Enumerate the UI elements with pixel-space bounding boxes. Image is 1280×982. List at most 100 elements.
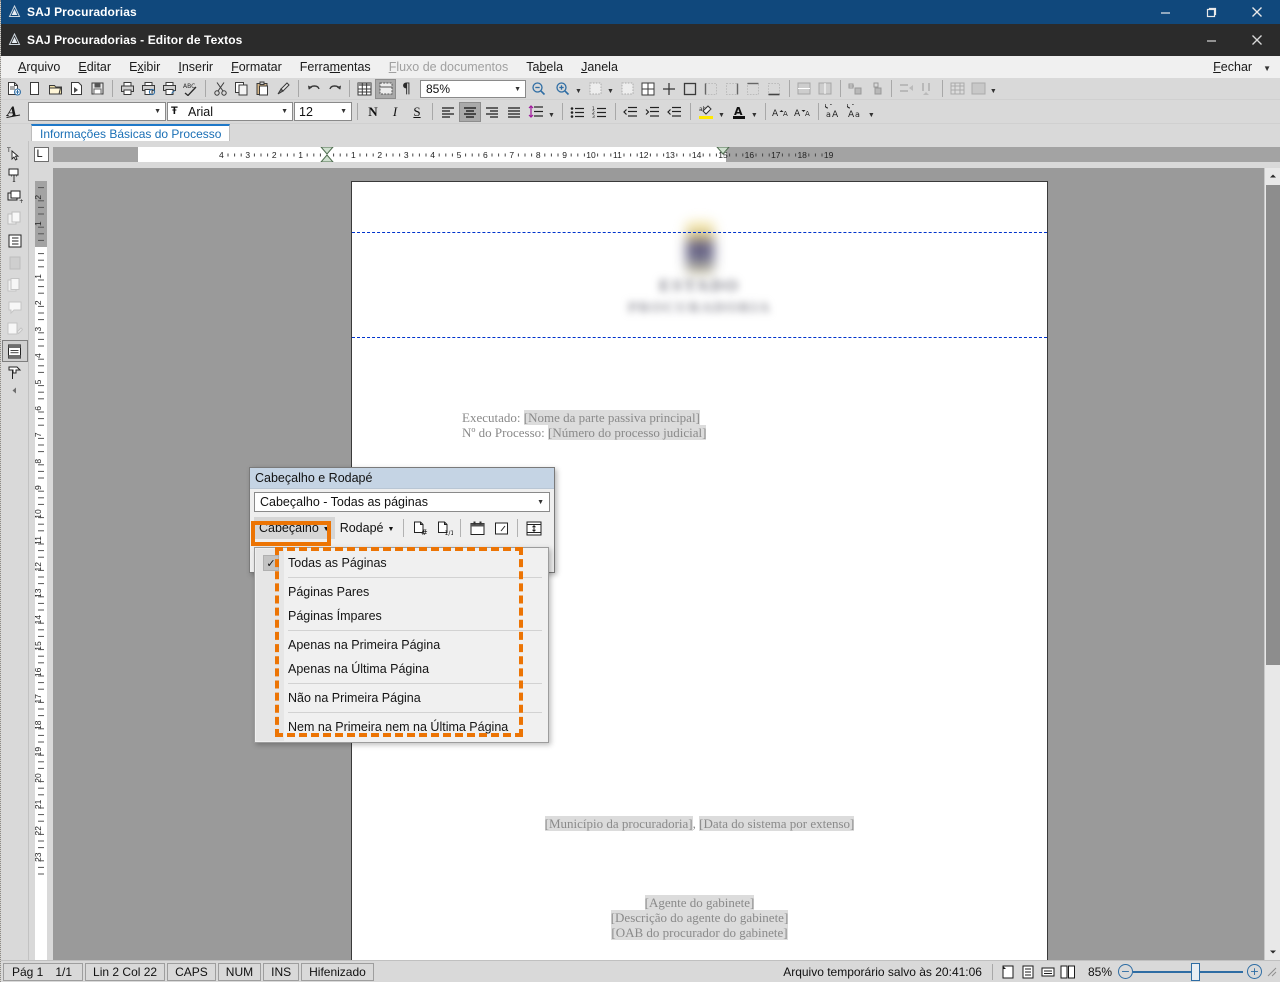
menu-item-todas-as-paginas[interactable]: ✓ Todas as Páginas bbox=[255, 551, 548, 575]
horizontal-ruler[interactable]: 432112345678910111213141516171819 bbox=[53, 141, 1280, 168]
numbered-list-icon[interactable]: 123 bbox=[589, 102, 611, 122]
format-painter-icon[interactable] bbox=[273, 79, 294, 99]
align-right-icon[interactable] bbox=[481, 102, 503, 122]
copy-page-icon[interactable] bbox=[2, 208, 28, 230]
status-hifenizado[interactable]: Hifenizado bbox=[301, 963, 374, 981]
list-view-icon[interactable] bbox=[2, 230, 28, 252]
chevron-down-icon[interactable]: ▼ bbox=[388, 526, 395, 533]
merge-cells-icon[interactable] bbox=[794, 79, 815, 99]
editor-minimize-icon[interactable] bbox=[1188, 24, 1234, 56]
blank-page-icon[interactable] bbox=[24, 79, 45, 99]
increase-font-icon[interactable]: AA bbox=[770, 102, 792, 122]
spellcheck-icon[interactable]: ABC bbox=[180, 79, 201, 99]
insert-row-icon[interactable] bbox=[845, 79, 866, 99]
chevron-down-icon[interactable]: ▼ bbox=[1263, 64, 1271, 73]
menu-item-apenas-na-ultima-pagina[interactable]: Apenas na Última Página bbox=[255, 657, 548, 681]
menu-inserir[interactable]: Inserir bbox=[169, 58, 222, 76]
menu-exibir[interactable]: Exibir bbox=[120, 58, 169, 76]
multipage-icon[interactable] bbox=[2, 274, 28, 296]
align-left-icon[interactable] bbox=[437, 102, 459, 122]
rodape-dropdown-button[interactable]: Rodapé ▼ bbox=[335, 517, 400, 539]
resize-grip[interactable] bbox=[1266, 966, 1278, 978]
scrollbar-thumb[interactable] bbox=[1266, 185, 1280, 665]
cabecalho-dropdown-button[interactable]: Cabeçalho ▼ bbox=[254, 517, 335, 539]
distribute-rows-icon[interactable] bbox=[896, 79, 917, 99]
comment-icon[interactable] bbox=[2, 296, 28, 318]
border-right-icon[interactable] bbox=[722, 79, 743, 99]
menu-item-nem-na-primeira-nem-na-ultima-pagina[interactable]: Nem na Primeira nem na Última Página bbox=[255, 715, 548, 739]
open-template-icon[interactable] bbox=[66, 79, 87, 99]
save-icon[interactable] bbox=[87, 79, 108, 99]
insert-date-icon[interactable] bbox=[465, 517, 489, 539]
border-bottom-icon[interactable] bbox=[764, 79, 785, 99]
chevron-down-icon[interactable]: ▼ bbox=[340, 108, 347, 115]
underline-button[interactable]: S bbox=[406, 102, 428, 122]
chevron-down-icon[interactable]: ▼ bbox=[990, 88, 997, 95]
signature-line-1[interactable]: [Agente do gabinete] bbox=[352, 895, 1047, 911]
font-size-combobox[interactable]: 12 ▼ bbox=[294, 102, 352, 121]
zoom-combobox[interactable]: 85% ▼ bbox=[420, 80, 526, 98]
minimize-icon[interactable] bbox=[1142, 0, 1188, 24]
single-page-view-icon[interactable] bbox=[998, 963, 1018, 981]
split-cells-icon[interactable] bbox=[815, 79, 836, 99]
scroll-up-button[interactable] bbox=[1265, 168, 1280, 184]
cut-icon[interactable] bbox=[210, 79, 231, 99]
paragraph-style-icon[interactable]: A bbox=[3, 102, 24, 122]
zoom-in-icon[interactable]: + bbox=[1247, 964, 1262, 979]
select-all-cells-icon[interactable] bbox=[585, 79, 606, 99]
insert-table-icon[interactable] bbox=[638, 79, 659, 99]
print-setup-icon[interactable] bbox=[159, 79, 180, 99]
document-paragraph-processo[interactable]: Nº do Processo: [Número do processo judi… bbox=[462, 425, 1047, 441]
menu-tabela[interactable]: Tabela bbox=[517, 58, 572, 76]
menu-item-nao-na-primeira-pagina[interactable]: Não na Primeira Página bbox=[255, 686, 548, 710]
chevron-down-icon[interactable]: ▼ bbox=[154, 108, 161, 115]
font-color-icon[interactable]: A bbox=[728, 102, 750, 122]
vertical-scrollbar[interactable] bbox=[1264, 168, 1280, 960]
page-layout-icon[interactable] bbox=[375, 79, 396, 99]
zoom-out-icon[interactable] bbox=[526, 79, 550, 99]
decrease-indent-icon[interactable] bbox=[620, 102, 642, 122]
menu-ferramentas[interactable]: Ferramentas bbox=[291, 58, 380, 76]
undo-icon[interactable] bbox=[303, 79, 324, 99]
text-select-icon[interactable]: T bbox=[2, 142, 28, 164]
menu-item-apenas-na-primeira-pagina[interactable]: Apenas na Primeira Página bbox=[255, 633, 548, 657]
bold-button[interactable]: N bbox=[362, 102, 384, 122]
border-left-icon[interactable] bbox=[701, 79, 722, 99]
split-cells-cross-icon[interactable] bbox=[659, 79, 680, 99]
header-footer-layout-icon[interactable] bbox=[522, 517, 546, 539]
uppercase-icon[interactable]: aA bbox=[823, 102, 845, 122]
highlighter-icon[interactable] bbox=[2, 362, 28, 384]
tab-informacoes-basicas-do-processo[interactable]: Informações Básicas do Processo bbox=[31, 124, 230, 141]
print-preview-icon[interactable] bbox=[138, 79, 159, 99]
paragraph-marks-icon[interactable]: ¶ bbox=[396, 79, 417, 99]
chevron-down-icon[interactable]: ▼ bbox=[323, 526, 330, 533]
chevron-down-icon[interactable]: ▼ bbox=[575, 88, 582, 95]
document-paragraph-executado[interactable]: Executado: [Nome da parte passiva princi… bbox=[462, 410, 1047, 426]
paste-icon[interactable] bbox=[252, 79, 273, 99]
chevron-down-icon[interactable]: ▼ bbox=[537, 499, 544, 506]
table-select-icon[interactable] bbox=[617, 79, 638, 99]
chevron-down-icon[interactable]: ▼ bbox=[281, 108, 288, 115]
header-footer-icon[interactable] bbox=[2, 340, 28, 362]
insert-page-count-icon[interactable]: 1/1 bbox=[432, 517, 456, 539]
status-num[interactable]: NUM bbox=[218, 963, 261, 981]
insert-field-icon[interactable]: + bbox=[2, 186, 28, 208]
copy-icon[interactable] bbox=[231, 79, 252, 99]
zoom-slider-thumb[interactable] bbox=[1191, 963, 1200, 981]
decrease-font-icon[interactable]: AA bbox=[792, 102, 814, 122]
page-icon[interactable] bbox=[2, 252, 28, 274]
insert-column-icon[interactable] bbox=[866, 79, 887, 99]
menu-formatar[interactable]: Formatar bbox=[222, 58, 291, 76]
italic-button[interactable]: I bbox=[384, 102, 406, 122]
annotate-icon[interactable] bbox=[2, 318, 28, 340]
distribute-columns-icon[interactable] bbox=[917, 79, 938, 99]
increase-indent-icon[interactable] bbox=[642, 102, 664, 122]
menu-janela[interactable]: Janela bbox=[572, 58, 627, 76]
web-view-icon[interactable] bbox=[1038, 963, 1058, 981]
chevron-down-icon[interactable]: ▼ bbox=[514, 86, 521, 93]
table-autoformat-icon[interactable] bbox=[947, 79, 968, 99]
open-folder-icon[interactable] bbox=[45, 79, 66, 99]
menu-item-paginas-pares[interactable]: Páginas Pares bbox=[255, 580, 548, 604]
maximize-icon[interactable] bbox=[1188, 0, 1234, 24]
hanging-indent-icon[interactable] bbox=[664, 102, 686, 122]
